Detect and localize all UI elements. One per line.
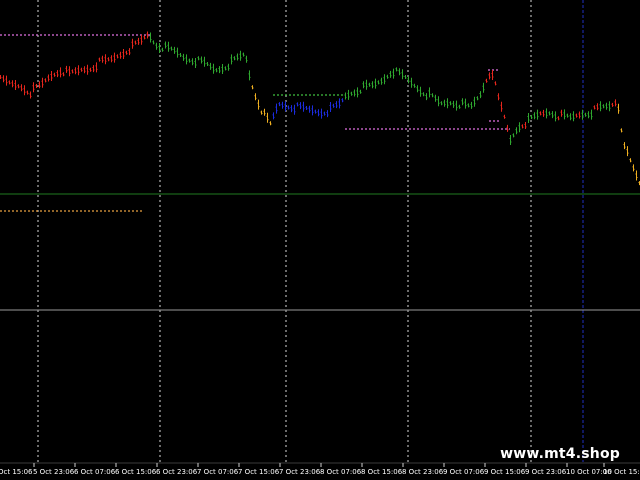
- time-tick-label-1: 5 Oct 23:06: [33, 468, 75, 476]
- time-tick-label-11: 9 Oct 07:06: [443, 468, 485, 476]
- price-bars: [0, 31, 640, 186]
- time-tick-label-13: 9 Oct 23:06: [525, 468, 567, 476]
- time-tick-label-15: 10 Oct 15:0: [603, 468, 640, 476]
- time-tick-label-4: 6 Oct 23:06: [156, 468, 198, 476]
- time-tick-label-9: 8 Oct 15:06: [361, 468, 403, 476]
- time-tick-label-10: 8 Oct 23:06: [402, 468, 444, 476]
- watermark-text: www.mt4.shop: [500, 446, 620, 462]
- time-tick-label-7: 7 Oct 23:06: [279, 468, 321, 476]
- time-tick-label-3: 6 Oct 15:06: [115, 468, 157, 476]
- price-chart[interactable]: Oct 15:06 5 Oct 23:06 6 Oct 07:06 6 Oct 15:…: [0, 0, 640, 480]
- time-axis: Oct 15:06 5 Oct 23:06 6 Oct 07:06 6 Oct 15:…: [0, 462, 640, 476]
- time-tick-label-2: 6 Oct 07:06: [74, 468, 116, 476]
- time-tick-label-0: Oct 15:06: [0, 468, 33, 476]
- time-tick-label-8: 8 Oct 07:06: [320, 468, 362, 476]
- time-tick-label-5: 7 Oct 07:06: [197, 468, 239, 476]
- time-tick-label-12: 9 Oct 15:06: [484, 468, 526, 476]
- level-lines: [0, 34, 640, 311]
- time-tick-label-6: 7 Oct 15:06: [238, 468, 280, 476]
- grid-lines: [37, 0, 584, 462]
- chart-canvas[interactable]: Oct 15:06 5 Oct 23:06 6 Oct 07:06 6 Oct 15:…: [0, 0, 640, 480]
